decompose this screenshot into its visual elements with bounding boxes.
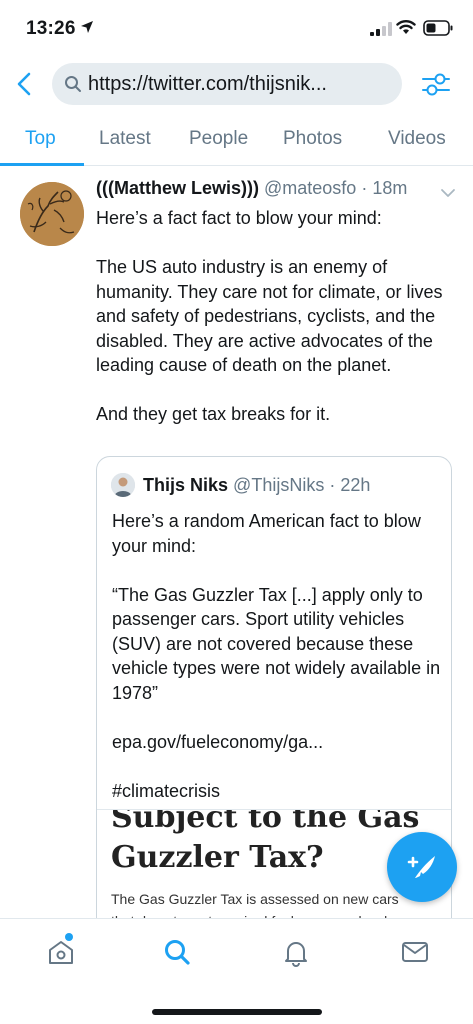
separator: · xyxy=(356,178,373,198)
quoted-paragraph: “The Gas Guzzler Tax [...] apply only to… xyxy=(112,584,441,703)
search-query-text: https://twitter.com/thijsnik... xyxy=(88,73,327,95)
quoted-hashtag[interactable]: #climatecrisis xyxy=(112,779,442,804)
avatar-drawing xyxy=(20,182,84,246)
compose-tweet-button[interactable] xyxy=(387,832,457,902)
quoted-link[interactable]: epa.gov/fueleconomy/ga... xyxy=(112,730,442,755)
mail-icon xyxy=(402,942,428,962)
search-icon xyxy=(65,76,81,92)
avatar[interactable] xyxy=(20,182,84,246)
quoted-header: Thijs Niks @ThijsNiks · 22h xyxy=(143,475,370,496)
tweet-time: 18m xyxy=(372,178,408,198)
bell-icon xyxy=(285,942,307,967)
notification-dot xyxy=(65,933,73,941)
quoted-avatar xyxy=(111,473,135,497)
wifi-icon xyxy=(396,20,416,34)
nav-messages[interactable] xyxy=(400,937,430,967)
nav-home[interactable] xyxy=(46,933,76,967)
tab-top[interactable]: Top xyxy=(25,128,56,150)
separator: · xyxy=(324,475,341,495)
tab-videos[interactable]: Videos xyxy=(388,128,446,150)
status-time: 13:26 xyxy=(26,18,76,39)
search-input[interactable]: https://twitter.com/thijsnik... xyxy=(52,63,402,105)
filter-icon[interactable] xyxy=(420,68,452,100)
bottom-tab-bar xyxy=(0,918,473,1024)
back-icon[interactable] xyxy=(12,70,38,98)
quoted-tweet-time: 22h xyxy=(340,475,371,495)
quoted-avatar-portrait xyxy=(111,473,135,497)
tweet-text: Here’s a fact fact to blow your mind: Th… xyxy=(96,206,456,451)
tweet-header: (((Matthew Lewis))) @mateosfo · 18m xyxy=(96,178,407,199)
quoted-author-name: Thijs Niks xyxy=(143,475,229,495)
image-body-line: that do not meet required fuel economy l… xyxy=(111,910,451,918)
home-indicator xyxy=(152,1009,322,1015)
home-icon xyxy=(49,941,73,964)
nav-notifications[interactable] xyxy=(281,937,311,967)
signal-icon xyxy=(370,22,392,36)
tweet[interactable]: (((Matthew Lewis))) @mateosfo · 18m Here… xyxy=(0,166,473,918)
tweet-paragraph: And they get tax breaks for it. xyxy=(96,404,331,424)
quoted-paragraph: Here’s a random American fact to blow yo… xyxy=(112,511,421,556)
author-name[interactable]: (((Matthew Lewis))) xyxy=(96,178,259,198)
search-tabs: Top Latest People Photos Videos xyxy=(0,118,473,166)
location-arrow-icon xyxy=(81,21,93,33)
nav-search[interactable] xyxy=(162,937,192,967)
author-handle[interactable]: @mateosfo xyxy=(264,178,356,198)
status-bar: 13:26 xyxy=(0,0,473,56)
tweet-paragraph: Here’s a fact fact to blow your mind: xyxy=(96,208,382,228)
quoted-tweet-text: Here’s a random American fact to blow yo… xyxy=(112,509,442,828)
tab-latest[interactable]: Latest xyxy=(99,128,151,150)
tab-photos[interactable]: Photos xyxy=(283,128,342,150)
quoted-author-handle: @ThijsNiks xyxy=(233,475,325,495)
tab-people[interactable]: People xyxy=(189,128,248,150)
compose-tweet-icon xyxy=(407,856,435,878)
chevron-down-icon[interactable] xyxy=(440,188,456,198)
battery-icon xyxy=(423,20,453,36)
search-icon xyxy=(165,940,190,965)
search-header: https://twitter.com/thijsnik... xyxy=(0,60,473,108)
tweet-paragraph: The US auto industry is an enemy of huma… xyxy=(96,257,443,375)
